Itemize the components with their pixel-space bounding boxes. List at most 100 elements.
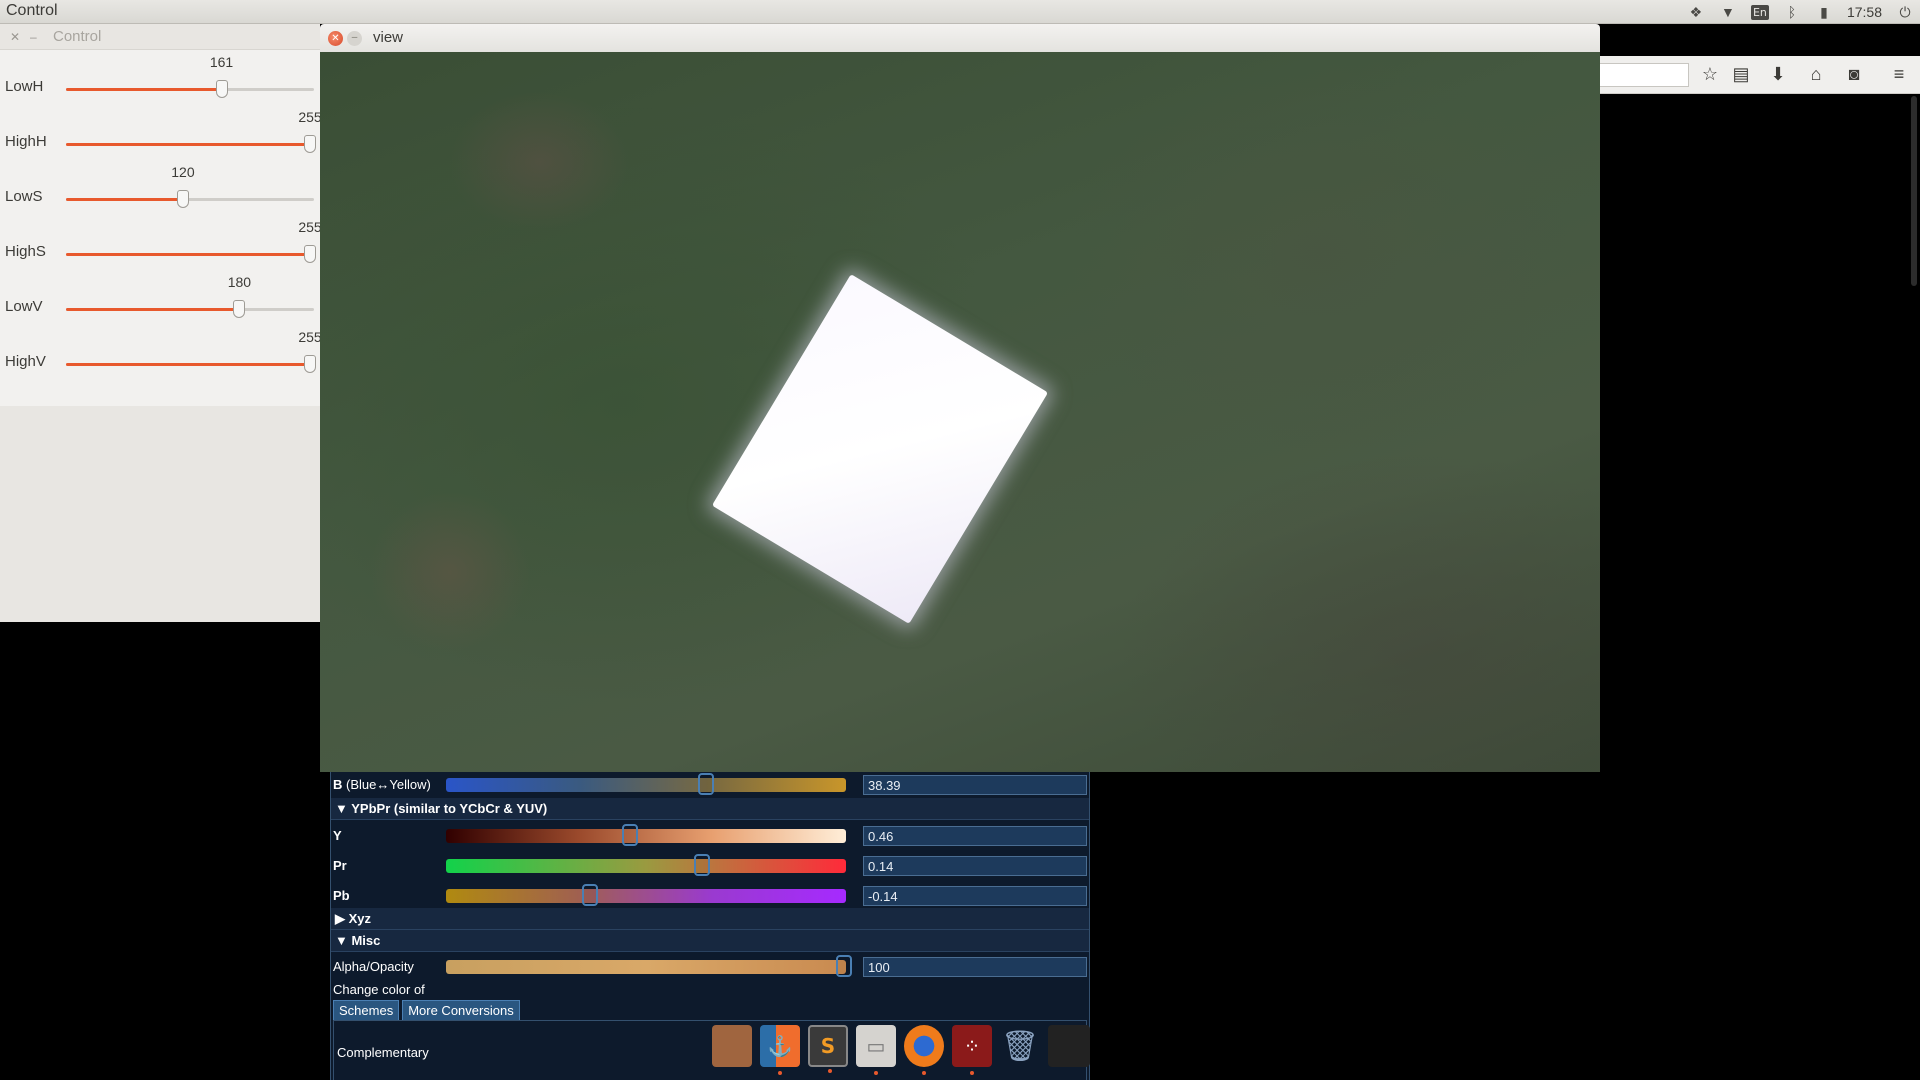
alpha-slider-handle[interactable] bbox=[836, 955, 852, 977]
tab-schemes[interactable]: Schemes bbox=[333, 1000, 400, 1021]
red-app-icon[interactable]: ⁘ bbox=[952, 1025, 992, 1075]
trackbar-knob[interactable] bbox=[304, 355, 316, 373]
trackbar-knob[interactable] bbox=[304, 245, 316, 263]
pocket-icon[interactable]: ◙ bbox=[1843, 64, 1865, 85]
sublime-letter: S bbox=[820, 1034, 836, 1058]
download-icon[interactable]: ⬇ bbox=[1767, 64, 1789, 85]
b-sublabel: (Blue↔Yellow) bbox=[346, 777, 431, 792]
y-slider-handle[interactable] bbox=[622, 824, 638, 846]
trackbar-label: LowS bbox=[5, 188, 43, 205]
chart-app-icon[interactable]: ⚓ bbox=[760, 1025, 800, 1075]
trackbar-knob[interactable] bbox=[304, 135, 316, 153]
trackbar-fill bbox=[66, 88, 222, 91]
alpha-value-input[interactable]: 100 bbox=[863, 957, 1087, 977]
trackbar-label: LowV bbox=[5, 298, 43, 315]
alpha-label: Alpha/Opacity bbox=[333, 959, 414, 974]
minimize-icon[interactable]: – bbox=[30, 30, 37, 44]
window-title: Control bbox=[53, 28, 102, 45]
trackbar-knob[interactable] bbox=[215, 80, 228, 98]
clock[interactable]: 17:58 bbox=[1847, 4, 1882, 20]
trackbar-value: 255 bbox=[298, 219, 322, 235]
trackbar-label: HighS bbox=[5, 243, 46, 260]
view-window: ✕ – view bbox=[320, 24, 1600, 772]
y-label: Y bbox=[333, 828, 342, 843]
trackbar-fill bbox=[66, 253, 310, 256]
trackbar-lows: LowS 120 bbox=[0, 164, 320, 225]
reading-list-icon[interactable]: ▤ bbox=[1730, 64, 1752, 85]
pb-slider[interactable] bbox=[446, 889, 846, 903]
trackbar-track[interactable] bbox=[66, 363, 314, 366]
minimize-icon[interactable]: – bbox=[347, 31, 362, 46]
trackbar-lowh: LowH 161 bbox=[0, 54, 320, 115]
close-icon[interactable]: ✕ bbox=[328, 31, 343, 46]
pb-slider-handle[interactable] bbox=[582, 884, 598, 906]
firefox-icon[interactable] bbox=[904, 1025, 944, 1075]
trackbar-track[interactable] bbox=[66, 253, 314, 256]
home-icon[interactable]: ⌂ bbox=[1805, 64, 1827, 85]
active-app-title: Control bbox=[6, 2, 58, 19]
control-titlebar: ✕ – Control bbox=[0, 24, 320, 50]
view-titlebar: ✕ – view bbox=[320, 24, 1600, 52]
bluetooth-icon[interactable]: ᛒ bbox=[1783, 4, 1801, 20]
b-label: B bbox=[333, 777, 343, 792]
menu-icon[interactable]: ≡ bbox=[1888, 64, 1910, 85]
trackbar-value: 255 bbox=[298, 109, 322, 125]
trackbar-panel: LowH 161 HighH 255 LowS 120 HighS 255 LowV 180 Hig… bbox=[0, 50, 322, 406]
trackbar-value: 255 bbox=[298, 329, 322, 345]
tab-more-conversions[interactable]: More Conversions bbox=[402, 1000, 520, 1021]
trackbar-value: 120 bbox=[171, 164, 195, 180]
scheme-label: Complementary bbox=[337, 1045, 429, 1060]
wifi-icon[interactable]: ▼ bbox=[1719, 4, 1737, 20]
y-row: Y 0.46 bbox=[331, 823, 1089, 849]
top-panel: Control ❖ ▼ En ᛒ ▮ 17:58 ⏻ bbox=[0, 0, 1920, 24]
trackbar-fill bbox=[66, 363, 310, 366]
trackbar-track[interactable] bbox=[66, 143, 314, 146]
trackbar-fill bbox=[66, 308, 240, 311]
scrollbar-thumb[interactable] bbox=[1911, 96, 1917, 286]
trackbar-highs: HighS 255 bbox=[0, 219, 322, 280]
alpha-slider[interactable] bbox=[446, 960, 846, 974]
b-value-input[interactable]: 38.39 bbox=[863, 775, 1087, 795]
trackbar-lowv: LowV 180 bbox=[0, 274, 320, 335]
close-icon[interactable]: ✕ bbox=[10, 30, 20, 44]
url-bar[interactable] bbox=[1599, 63, 1689, 87]
files-icon[interactable]: ▭ bbox=[856, 1025, 896, 1075]
trackbar-track[interactable] bbox=[66, 308, 314, 311]
pb-value-input[interactable]: -0.14 bbox=[863, 886, 1087, 906]
y-value-input[interactable]: 0.46 bbox=[863, 826, 1087, 846]
trackbar-knob[interactable] bbox=[233, 300, 246, 318]
white-paper-target bbox=[711, 274, 1049, 624]
browser-scrollbar[interactable] bbox=[1908, 94, 1920, 294]
b-slider-handle[interactable] bbox=[698, 773, 714, 795]
trackbar-knob[interactable] bbox=[176, 190, 189, 208]
bookmark-star-icon[interactable]: ☆ bbox=[1699, 64, 1721, 85]
trash-icon[interactable]: 🗑 bbox=[1000, 1025, 1040, 1067]
misc-section-header[interactable]: ▼ Misc bbox=[331, 930, 1089, 952]
control-window: ✕ – Control LowH 161 HighH 255 LowS 120 HighS 2… bbox=[0, 24, 322, 622]
color-picker-icon[interactable] bbox=[712, 1025, 752, 1067]
ypbpr-section-header[interactable]: ▼ YPbPr (similar to YCbCr & YUV) bbox=[331, 798, 1089, 820]
trackbar-track[interactable] bbox=[66, 198, 314, 201]
trackbar-label: LowH bbox=[5, 78, 44, 95]
b-slider[interactable] bbox=[446, 778, 846, 792]
change-color-label: Change color of bbox=[333, 982, 425, 997]
browser-toolbar: ☆ ▤ ⬇ ⌂ ◙ ≡ bbox=[1599, 56, 1920, 94]
pr-slider[interactable] bbox=[446, 859, 846, 873]
system-tray: ❖ ▼ En ᛒ ▮ 17:58 ⏻ bbox=[1687, 0, 1914, 24]
xyz-section-header[interactable]: ▶ Xyz bbox=[331, 908, 1089, 930]
y-slider[interactable] bbox=[446, 829, 846, 843]
pr-value-input[interactable]: 0.14 bbox=[863, 856, 1087, 876]
pr-label: Pr bbox=[333, 858, 347, 873]
workspace-switcher-icon[interactable] bbox=[1048, 1025, 1090, 1067]
battery-icon[interactable]: ▮ bbox=[1815, 4, 1833, 20]
trackbar-highh: HighH 255 bbox=[0, 109, 322, 170]
pb-row: Pb -0.14 bbox=[331, 883, 1089, 909]
dropbox-icon[interactable]: ❖ bbox=[1687, 4, 1705, 20]
window-title: view bbox=[373, 29, 404, 46]
pr-slider-handle[interactable] bbox=[694, 854, 710, 876]
trackbar-track[interactable] bbox=[66, 88, 314, 91]
trackbar-value: 180 bbox=[227, 274, 252, 290]
power-icon[interactable]: ⏻ bbox=[1896, 4, 1914, 20]
sublime-text-icon[interactable]: S bbox=[808, 1025, 848, 1073]
keyboard-icon[interactable]: En bbox=[1750, 4, 1769, 20]
